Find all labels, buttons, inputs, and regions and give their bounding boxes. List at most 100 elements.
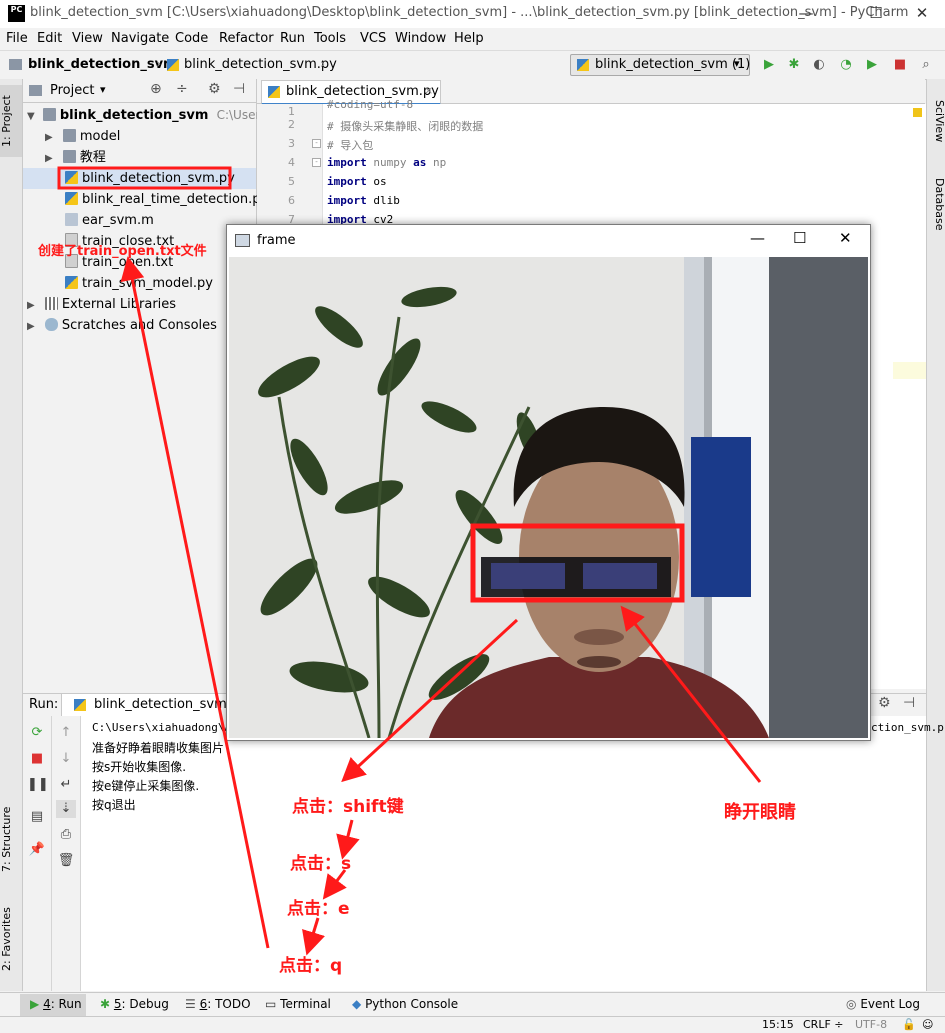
tree-item[interactable]: train_open.txt [65,252,173,273]
menu-run[interactable]: Run [280,31,305,46]
chevron-down-icon: ▼ [27,111,35,122]
tree-item[interactable]: ▶ model [45,126,120,147]
stop-icon[interactable]: ■ [891,56,909,74]
menu-vcs[interactable]: VCS [360,31,386,46]
current-line-highlight [893,362,926,379]
tree-scratches[interactable]: ▶ Scratches and Consoles [27,315,217,336]
menu-view[interactable]: View [72,31,103,46]
tree-item-label: blink_detection_svm.py [82,171,235,186]
gear-icon[interactable]: ⚙ [208,81,221,97]
debug-icon[interactable]: ✱ [785,56,803,74]
run-console[interactable]: C:\Users\xiahuadong\A 准备好睁着眼睛收集图片 按s开始收集… [81,716,944,991]
inspection-status-icon[interactable] [913,108,922,117]
menu-code[interactable]: Code [175,31,208,46]
menu-refactor[interactable]: Refactor [219,31,274,46]
event-log-tab[interactable]: ◎ Event Log [846,997,920,1011]
rerun-icon[interactable]: ⟳ [27,724,47,742]
tab-favorites[interactable]: 2: Favorites [0,899,22,979]
hide-icon[interactable]: ⊣ [233,81,245,97]
arrow-up-icon[interactable]: ↑ [56,724,76,742]
maximize-button[interactable]: ☐ [853,0,899,28]
frame-maximize-button[interactable]: ☐ [793,229,806,247]
tree-item[interactable]: train_close.txt [65,231,174,252]
python-file-icon [268,86,280,98]
frame-close-button[interactable]: ✕ [839,229,852,247]
trash-icon[interactable]: 🗑 [56,852,76,870]
pycharm-logo-icon: PC [8,5,25,22]
tool-tab-todo[interactable]: ☰ 6: TODO [185,997,251,1011]
run-config-dropdown[interactable]: blink_detection_svm (1) ▾ [570,54,750,76]
tab-database[interactable]: Database [927,169,945,239]
fold-icon[interactable]: - [312,158,321,167]
run-icon[interactable]: ▶ [760,56,778,74]
console-line: 按s开始收集图像. [92,760,187,774]
profile-icon[interactable]: ◔ [837,56,855,74]
tree-external-libraries[interactable]: ▶ External Libraries [27,294,176,315]
tool-tab-run[interactable]: ▶ 4: Run [30,997,82,1011]
tool-tab-python-console[interactable]: ◆ Python Console [352,997,458,1011]
project-panel-title[interactable]: Project [50,83,94,98]
lock-icon[interactable]: 🔓 [902,1018,916,1031]
python-file-icon [65,192,78,205]
status-bar: 15:15 CRLF ÷ UTF-8 🔓 ☺ [0,1016,945,1033]
line-separator[interactable]: CRLF ÷ [803,1018,844,1031]
tab-sciview[interactable]: SciView [927,91,945,151]
minimize-button[interactable]: — [783,0,829,28]
pause-icon[interactable]: ❚❚ [27,776,49,794]
soft-wrap-icon[interactable]: ↵ [56,776,76,794]
frame-minimize-button[interactable]: — [750,229,765,247]
text-file-icon [65,254,78,268]
menu-edit[interactable]: Edit [37,31,62,46]
stop-icon[interactable]: ■ [27,750,47,768]
folder-icon [9,59,22,70]
pin-icon[interactable]: 📌 [27,841,47,859]
tree-item[interactable]: ear_svm.m [65,210,154,231]
code-line: import dlib [327,194,400,207]
run-toolbar-primary: ⟳ ■ ❚❚ ▤ 📌 [23,716,52,991]
layout-icon[interactable]: ▤ [27,808,47,826]
tool-tab-terminal[interactable]: ▭ Terminal [265,997,331,1011]
fold-icon[interactable]: - [312,139,321,148]
tool-tab-debug[interactable]: ✱ 5: Debug [100,997,169,1011]
gear-icon[interactable]: ⚙ [878,695,891,711]
terminal-icon: ▭ [265,997,277,1011]
menu-tools[interactable]: Tools [314,31,346,46]
tree-item[interactable]: blink_real_time_detection.py [65,189,268,210]
tree-root[interactable]: ▼ blink_detection_svm C:\Users\xi [27,105,281,126]
python-file-icon [65,171,78,184]
locate-icon[interactable]: ⊕ [150,81,162,97]
tab-structure[interactable]: 7: Structure [0,799,22,879]
tree-item[interactable]: train_svm_model.py [65,273,213,294]
todo-icon: ☰ [185,997,196,1011]
arrow-down-icon[interactable]: ↓ [56,750,76,768]
print-icon[interactable]: ⎙ [56,826,76,844]
menu-navigate[interactable]: Navigate [111,31,169,46]
chevron-down-icon[interactable]: ▾ [100,83,106,96]
python-console-icon: ◆ [352,997,362,1011]
tree-item-selected[interactable]: blink_detection_svm.py [23,168,256,189]
menu-window[interactable]: Window [395,31,446,46]
code-line: #coding=utf-8 [327,98,413,111]
tree-item[interactable]: ▶ 教程 [45,147,106,168]
inspector-icon[interactable]: ☺ [922,1018,933,1031]
code-line: # 摄像头采集静眼、闭眼的数据 [327,118,483,134]
breadcrumb-file[interactable]: blink_detection_svm.py [184,57,337,72]
cursor-position[interactable]: 15:15 [762,1018,794,1031]
menu-help[interactable]: Help [454,31,484,46]
editor-tab-label: blink_detection_svm.py [286,84,439,99]
coverage-icon[interactable]: ◐ [810,56,828,74]
tab-project[interactable]: 1: Project [0,85,22,157]
tool-tab-label: Terminal [280,997,331,1011]
close-button[interactable]: ✕ [899,0,945,28]
scroll-to-end-icon[interactable]: ⇣ [56,800,76,818]
hide-icon[interactable]: ⊣ [903,695,915,711]
search-everywhere-icon[interactable]: ⌕ [917,56,935,74]
file-encoding[interactable]: UTF-8 [855,1018,887,1031]
collapse-all-icon[interactable]: ÷ [176,81,188,97]
breadcrumb-project[interactable]: blink_detection_svm [28,57,177,72]
close-icon[interactable]: × [424,84,433,97]
run-tab[interactable]: blink_detection_svm (1) [61,694,253,716]
menu-file[interactable]: File [6,31,28,46]
tree-item-label: model [79,129,121,144]
concurrency-icon[interactable]: ▶ [863,56,881,74]
